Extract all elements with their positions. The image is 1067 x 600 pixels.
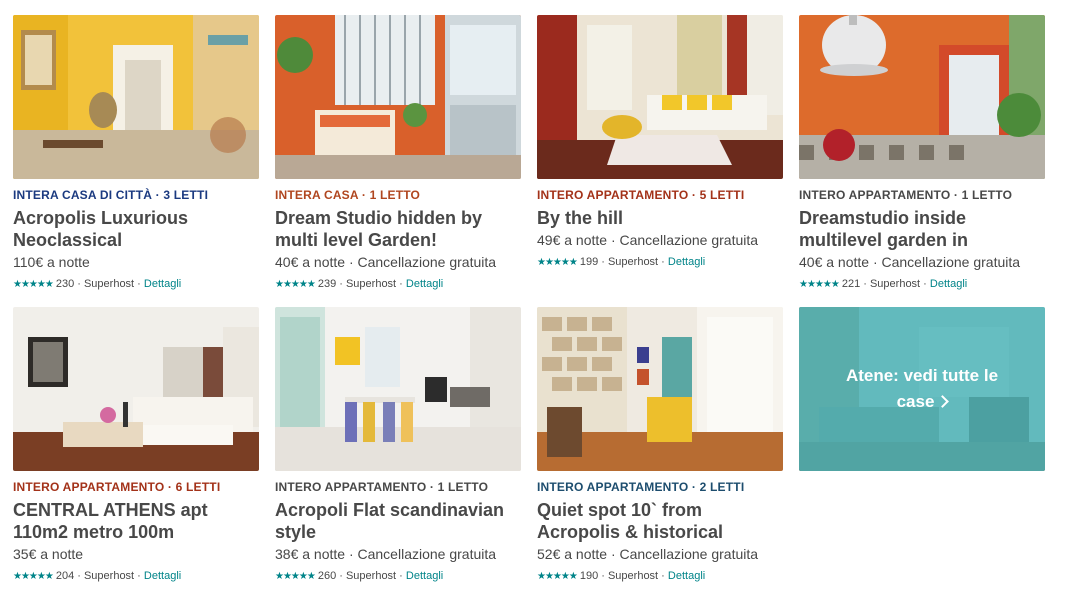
rating-stars-icon: ★★★★★ xyxy=(537,571,578,582)
listing-type: INTERO APPARTAMENTO · 6 LETTI xyxy=(13,480,221,494)
listing-type: INTERO APPARTAMENTO · 2 LETTI xyxy=(537,480,745,494)
see-all-homes-tile[interactable]: Atene: vedi tutte le case xyxy=(799,307,1045,471)
review-count: 199 xyxy=(579,256,599,268)
details-link[interactable]: Dettagli xyxy=(406,570,443,582)
superhost-label: · Superhost · xyxy=(601,256,665,268)
listing-price: 49€ a notte · Cancellazione gratuita xyxy=(537,232,759,248)
listing-price: 38€ a notte · Cancellazione gratuita xyxy=(275,546,497,562)
listing-price: 35€ a notte xyxy=(13,546,84,562)
superhost-label: · Superhost · xyxy=(77,570,141,582)
listing-meta: ★★★★★ 190 · Superhost · Dettagli xyxy=(537,569,783,584)
listing-meta: ★★★★★ 230 · Superhost · Dettagli xyxy=(13,277,259,292)
listing-photo[interactable] xyxy=(275,307,521,471)
rating-stars-icon: ★★★★★ xyxy=(13,571,54,582)
listing-title[interactable]: Acropoli Flat scandinavian style xyxy=(275,499,521,543)
review-count: 204 xyxy=(55,570,75,582)
review-count: 190 xyxy=(579,570,599,582)
rating-stars-icon: ★★★★★ xyxy=(537,257,578,268)
listing-photo[interactable] xyxy=(275,15,521,179)
rating-stars-icon: ★★★★★ xyxy=(275,571,316,582)
listing-card[interactable]: INTERO APPARTAMENTO · 1 LETTO Acropoli F… xyxy=(275,307,521,584)
listing-photo[interactable] xyxy=(537,307,783,471)
listing-card[interactable]: INTERA CASA · 1 LETTO Dream Studio hidde… xyxy=(275,15,521,292)
superhost-label: · Superhost · xyxy=(601,570,665,582)
details-link[interactable]: Dettagli xyxy=(406,278,443,290)
details-link[interactable]: Dettagli xyxy=(668,570,705,582)
chevron-right-icon xyxy=(936,395,950,408)
listing-price: 52€ a notte · Cancellazione gratuita xyxy=(537,546,759,562)
rating-stars-icon: ★★★★★ xyxy=(13,279,54,290)
listing-photo[interactable] xyxy=(537,15,783,179)
listing-type: INTERA CASA · 1 LETTO xyxy=(275,188,421,202)
details-link[interactable]: Dettagli xyxy=(144,278,181,290)
listing-photo[interactable] xyxy=(13,307,259,471)
listing-card[interactable]: INTERA CASA DI CITTÀ · 3 LETTI Acropolis… xyxy=(13,15,259,292)
listing-title[interactable]: By the hill xyxy=(537,207,783,229)
listing-photo[interactable] xyxy=(13,15,259,179)
listing-title[interactable]: Dream Studio hidden by multi level Garde… xyxy=(275,207,521,251)
details-link[interactable]: Dettagli xyxy=(144,570,181,582)
details-link[interactable]: Dettagli xyxy=(930,278,967,290)
listing-price: 40€ a notte · Cancellazione gratuita xyxy=(799,254,1021,270)
listing-price: 110€ a notte xyxy=(13,254,90,270)
superhost-label: · Superhost · xyxy=(339,278,403,290)
listing-type: INTERO APPARTAMENTO · 1 LETTO xyxy=(275,480,489,494)
details-link[interactable]: Dettagli xyxy=(668,256,705,268)
listing-card[interactable]: INTERO APPARTAMENTO · 5 LETTI By the hil… xyxy=(537,15,783,270)
review-count: 221 xyxy=(841,278,861,290)
listing-title[interactable]: Acropolis Luxurious Neoclassical xyxy=(13,207,259,251)
listing-meta: ★★★★★ 199 · Superhost · Dettagli xyxy=(537,255,783,270)
review-count: 230 xyxy=(55,278,75,290)
listing-title[interactable]: Dreamstudio inside multilevel garden in xyxy=(799,207,1045,251)
listing-card[interactable]: INTERO APPARTAMENTO · 1 LETTO Dreamstudi… xyxy=(799,15,1045,292)
see-all-label[interactable]: Atene: vedi tutte le case xyxy=(827,363,1017,415)
listing-title[interactable]: Quiet spot 10` from Acropolis & historic… xyxy=(537,499,783,543)
superhost-label: · Superhost · xyxy=(339,570,403,582)
listing-card[interactable]: INTERO APPARTAMENTO · 6 LETTI CENTRAL AT… xyxy=(13,307,259,584)
listing-price: 40€ a notte · Cancellazione gratuita xyxy=(275,254,497,270)
listing-photo[interactable] xyxy=(799,15,1045,179)
see-all-overlay[interactable]: Atene: vedi tutte le case xyxy=(799,307,1045,471)
listing-meta: ★★★★★ 221 · Superhost · Dettagli xyxy=(799,277,1045,292)
listing-type: INTERO APPARTAMENTO · 1 LETTO xyxy=(799,188,1013,202)
review-count: 260 xyxy=(317,570,337,582)
listing-meta: ★★★★★ 204 · Superhost · Dettagli xyxy=(13,569,259,584)
listing-title[interactable]: CENTRAL ATHENS apt 110m2 metro 100m xyxy=(13,499,259,543)
listing-type: INTERA CASA DI CITTÀ · 3 LETTI xyxy=(13,188,209,202)
rating-stars-icon: ★★★★★ xyxy=(799,279,840,290)
listing-card[interactable]: INTERO APPARTAMENTO · 2 LETTI Quiet spot… xyxy=(537,307,783,584)
superhost-label: · Superhost · xyxy=(77,278,141,290)
listing-type: INTERO APPARTAMENTO · 5 LETTI xyxy=(537,188,745,202)
see-all-text: Atene: vedi tutte le case xyxy=(845,366,999,411)
review-count: 239 xyxy=(317,278,337,290)
superhost-label: · Superhost · xyxy=(863,278,927,290)
listing-meta: ★★★★★ 239 · Superhost · Dettagli xyxy=(275,277,521,292)
rating-stars-icon: ★★★★★ xyxy=(275,279,316,290)
listing-meta: ★★★★★ 260 · Superhost · Dettagli xyxy=(275,569,521,584)
